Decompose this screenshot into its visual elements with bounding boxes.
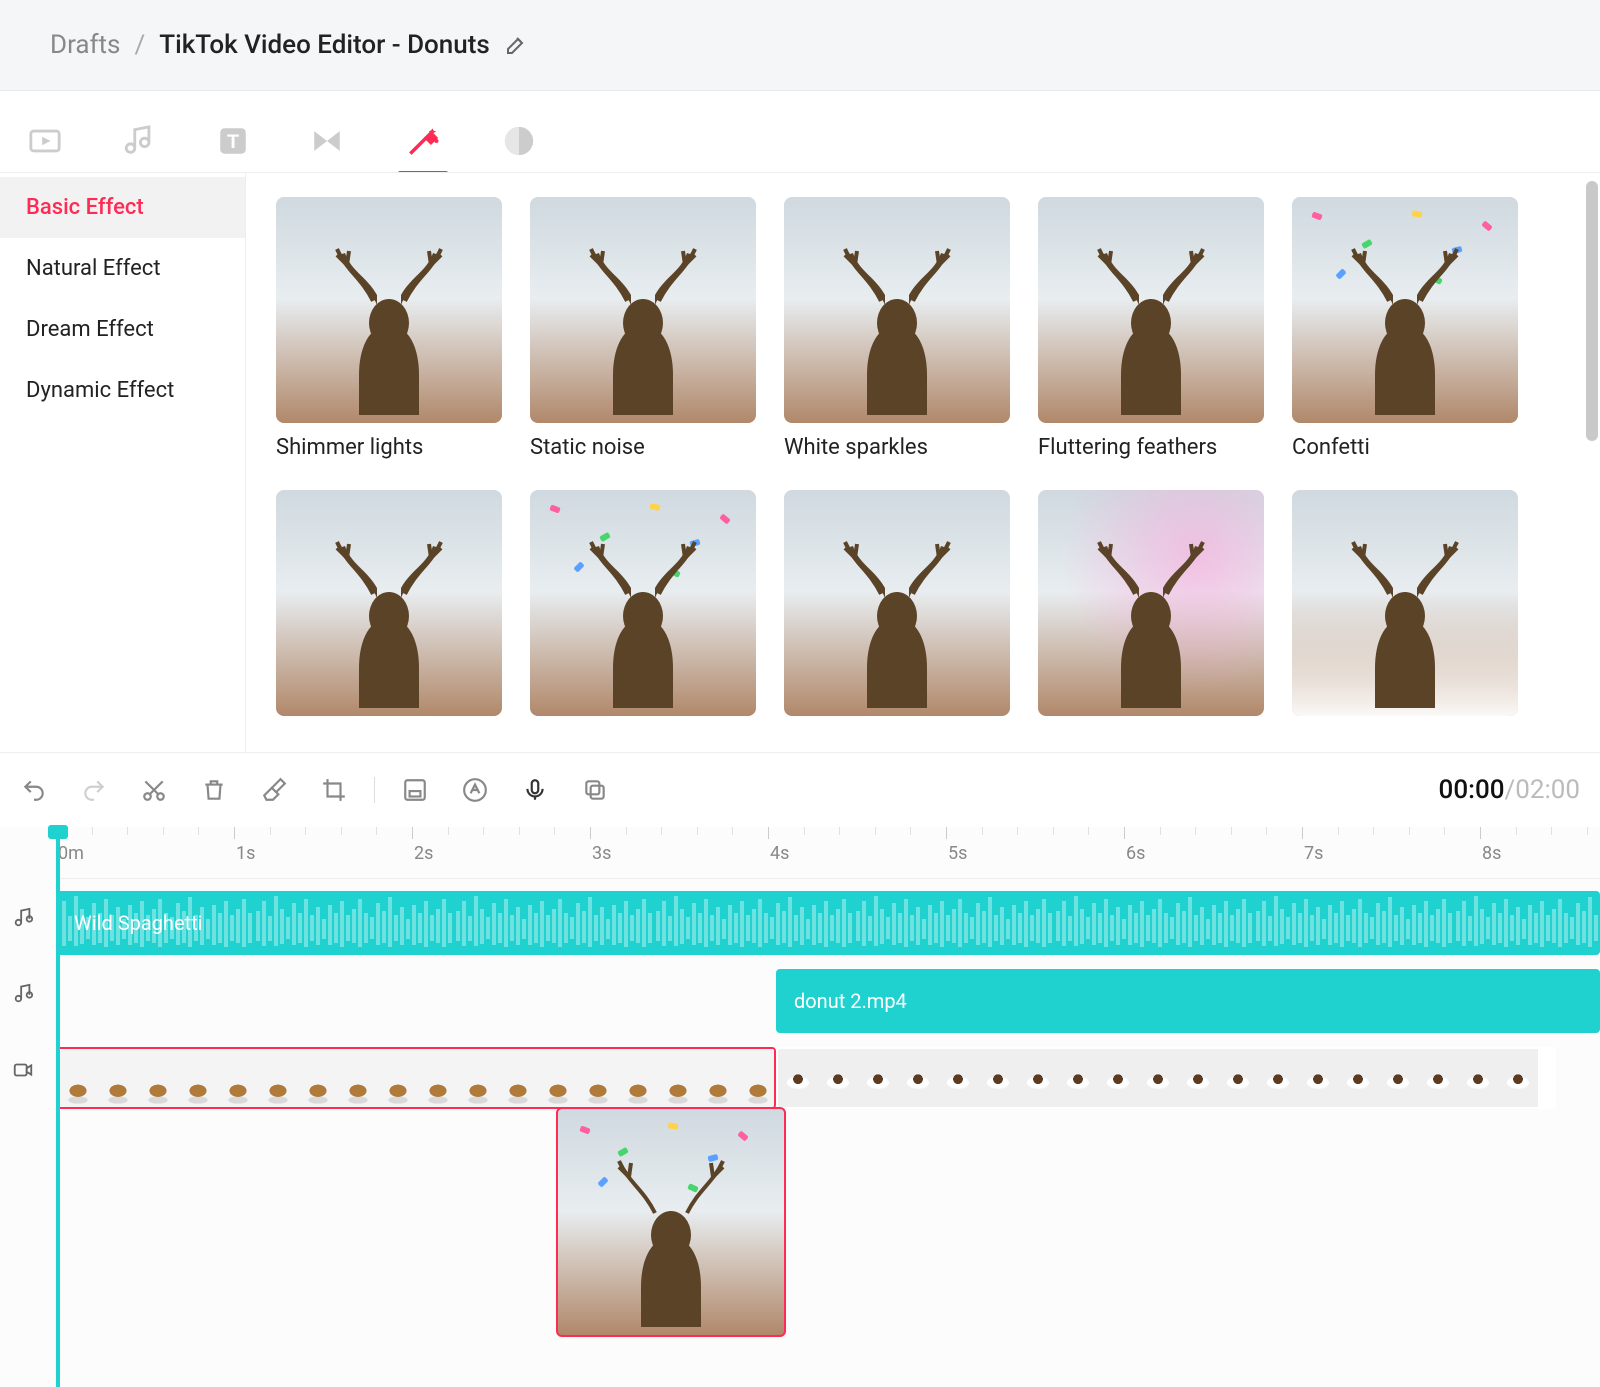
tab-audio[interactable]	[122, 111, 156, 171]
effect-item[interactable]: White sparkles	[784, 197, 1010, 460]
effect-label: Shimmer lights	[276, 435, 502, 460]
ruler-tick-label: 7s	[1304, 843, 1323, 864]
video-clip-a[interactable]	[56, 1047, 776, 1109]
delete-icon[interactable]	[200, 776, 228, 804]
effect-category-basic[interactable]: Basic Effect	[0, 177, 245, 238]
audio-clip-donut2[interactable]: donut 2.mp4	[776, 969, 1600, 1033]
effect-item[interactable]	[1292, 490, 1518, 728]
erase-icon[interactable]	[260, 776, 288, 804]
ruler-tick-label: 3s	[592, 843, 611, 864]
tab-transitions[interactable]	[310, 111, 344, 171]
cut-icon[interactable]	[140, 776, 168, 804]
auto-caption-icon[interactable]	[461, 776, 489, 804]
effect-category-dynamic[interactable]: Dynamic Effect	[0, 360, 245, 421]
effect-thumbnail[interactable]	[276, 490, 502, 716]
effect-thumbnail[interactable]	[1038, 490, 1264, 716]
track-audio-icon	[12, 983, 42, 1009]
effect-item[interactable]: Shimmer lights	[276, 197, 502, 460]
effect-thumbnail[interactable]	[276, 197, 502, 423]
effect-label: Fluttering feathers	[1038, 435, 1264, 460]
effect-thumbnail[interactable]	[784, 197, 1010, 423]
effect-label: Static noise	[530, 435, 756, 460]
effect-thumbnail[interactable]	[530, 197, 756, 423]
effect-item[interactable]	[276, 490, 502, 728]
breadcrumb-title: TikTok Video Editor - Donuts	[159, 30, 490, 60]
effect-item[interactable]: Confetti	[1292, 197, 1518, 460]
effect-thumbnail[interactable]	[1292, 490, 1518, 716]
audio-clip-wild-spaghetti[interactable]: Wild Spaghetti	[56, 891, 1600, 955]
breadcrumb-root[interactable]: Drafts	[50, 30, 120, 60]
timeline-toolbar: 00:00/02:00	[0, 752, 1600, 827]
duplicate-icon[interactable]	[581, 776, 609, 804]
crop-icon[interactable]	[320, 776, 348, 804]
asset-tab-strip: T	[0, 90, 1600, 172]
edit-title-icon[interactable]	[504, 33, 528, 57]
effect-thumbnail[interactable]	[1292, 197, 1518, 423]
effect-item[interactable]: Fluttering feathers	[1038, 197, 1264, 460]
effect-grid: Shimmer lights Static noise White sparkles…	[276, 197, 1570, 728]
tab-effects[interactable]	[404, 111, 442, 171]
effect-thumbnail[interactable]	[1038, 197, 1264, 423]
ruler-tick-label: 4s	[770, 843, 789, 864]
confetti-overlay	[1292, 197, 1518, 423]
track-audio-icon	[12, 907, 42, 933]
effect-label: Confetti	[1292, 435, 1518, 460]
frame-icon[interactable]	[401, 776, 429, 804]
audio-clip-label: Wild Spaghetti	[74, 911, 203, 935]
time-total: 02:00	[1515, 775, 1580, 805]
effect-item[interactable]	[784, 490, 1010, 728]
effect-item[interactable]: Static noise	[530, 197, 756, 460]
effect-category-natural[interactable]: Natural Effect	[0, 238, 245, 299]
video-track	[56, 1047, 1600, 1109]
time-display: 00:00/02:00	[1439, 775, 1580, 805]
tab-media[interactable]	[28, 111, 62, 171]
ruler-tick-label: 5s	[948, 843, 967, 864]
effect-thumbnail[interactable]	[530, 490, 756, 716]
effect-label: White sparkles	[784, 435, 1010, 460]
effects-panel: Basic Effect Natural Effect Dream Effect…	[0, 172, 1600, 752]
effect-category-list: Basic Effect Natural Effect Dream Effect…	[0, 173, 246, 752]
track-video-icon	[12, 1059, 42, 1085]
timeline: 0m 1s 2s 3s 4s 5s 6s 7s 8s Wild Spaghetti donut …	[0, 827, 1600, 1387]
ruler-tick-label: 0m	[58, 843, 84, 864]
effect-item[interactable]	[530, 490, 756, 728]
scrollbar-thumb[interactable]	[1586, 181, 1598, 441]
time-current: 00:00	[1439, 775, 1505, 805]
confetti-overlay	[558, 1109, 784, 1335]
audio-track-1: Wild Spaghetti	[56, 891, 1600, 955]
ruler-tick-label: 6s	[1126, 843, 1145, 864]
voiceover-icon[interactable]	[521, 776, 549, 804]
tab-text[interactable]: T	[216, 111, 250, 171]
effect-category-dream[interactable]: Dream Effect	[0, 299, 245, 360]
ruler-tick-label: 2s	[414, 843, 433, 864]
time-ruler[interactable]: 0m 1s 2s 3s 4s 5s 6s 7s 8s	[56, 827, 1600, 879]
ruler-tick-label: 1s	[236, 843, 255, 864]
undo-icon[interactable]	[20, 776, 48, 804]
effect-drag-preview[interactable]	[556, 1107, 786, 1337]
video-clip-b[interactable]	[776, 1047, 1556, 1109]
breadcrumb-separator: /	[134, 30, 145, 60]
effect-thumbnail[interactable]	[784, 490, 1010, 716]
svg-text:T: T	[227, 131, 239, 153]
audio-track-2: donut 2.mp4	[56, 969, 1600, 1033]
effect-item[interactable]	[1038, 490, 1264, 728]
confetti-overlay	[530, 490, 756, 716]
tab-filters[interactable]	[502, 111, 536, 171]
toolbar-divider	[374, 777, 375, 803]
playhead[interactable]	[56, 827, 60, 1387]
redo-icon[interactable]	[80, 776, 108, 804]
audio-clip-label: donut 2.mp4	[794, 989, 907, 1013]
breadcrumb: Drafts / TikTok Video Editor - Donuts	[0, 0, 1600, 90]
ruler-tick-label: 8s	[1482, 843, 1501, 864]
